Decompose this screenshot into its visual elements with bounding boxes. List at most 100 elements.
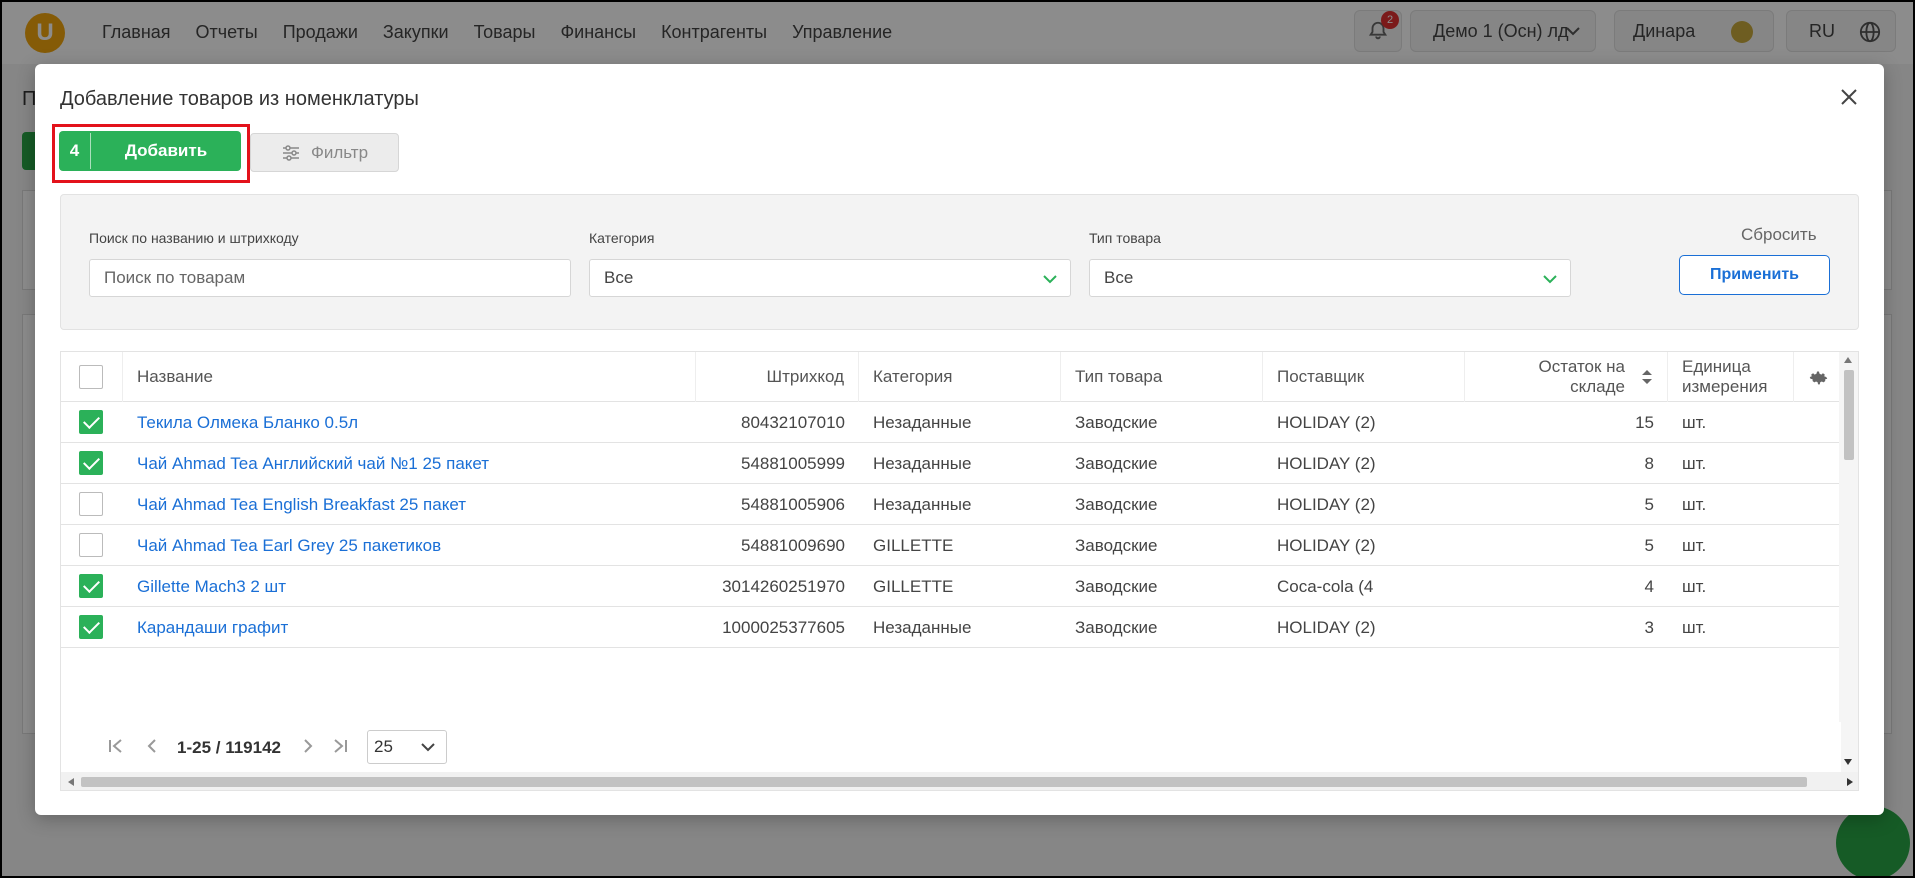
page-size-select[interactable]: 25 <box>367 730 447 764</box>
table-row[interactable]: Чай Ahmad Tea Английский чай №1 25 пакет… <box>61 443 1841 484</box>
product-name-link[interactable]: Чай Ahmad Tea English Breakfast 25 пакет <box>123 484 696 525</box>
add-button-label: Добавить <box>124 141 208 160</box>
table-row[interactable]: Чай Ahmad Tea Earl Grey 25 пакетиков 5488… <box>61 525 1841 566</box>
col-stock-label: Остаток на складе <box>1538 357 1625 396</box>
col-name[interactable]: Название <box>123 352 696 402</box>
col-category[interactable]: Категория <box>859 352 1061 402</box>
category-cell: Незаданные <box>873 617 972 637</box>
type-cell: Заводские <box>1075 412 1158 432</box>
reset-button[interactable]: Сбросить <box>1741 225 1817 245</box>
scroll-left-icon[interactable] <box>67 777 75 787</box>
chevron-down-icon <box>1043 275 1057 284</box>
product-name-link[interactable]: Gillette Mach3 2 шт <box>123 566 696 607</box>
unit-cell: шт. <box>1682 617 1707 637</box>
selected-count: 4 <box>59 133 91 169</box>
add-selected-button[interactable]: 4 Добавить <box>59 131 241 171</box>
scroll-right-icon[interactable] <box>1846 777 1854 787</box>
horizontal-scrollbar[interactable] <box>61 772 1858 790</box>
scroll-down-icon[interactable] <box>1843 758 1853 766</box>
vertical-scroll-thumb[interactable] <box>1844 370 1854 460</box>
type-select[interactable]: Все <box>1089 259 1571 297</box>
add-products-modal: Добавление товаров из номенклатуры 4 Доб… <box>35 64 1884 815</box>
chevron-down-icon <box>421 743 435 752</box>
row-checkbox[interactable] <box>79 533 103 557</box>
category-cell: Незаданные <box>873 453 972 473</box>
filter-panel: Поиск по названию и штрихкоду Поиск по т… <box>60 194 1859 330</box>
product-name-link[interactable]: Чай Ahmad Tea Английский чай №1 25 пакет <box>123 443 696 484</box>
search-input[interactable]: Поиск по товарам <box>89 259 571 297</box>
pagination: 1-25 / 119142 25 <box>61 722 1841 772</box>
type-value: Все <box>1104 268 1134 287</box>
supplier-cell: Coca-cola (4 <box>1277 576 1374 596</box>
unit-cell: шт. <box>1682 576 1707 596</box>
barcode-cell: 80432107010 <box>740 412 845 432</box>
stock-cell: 8 <box>1644 453 1654 473</box>
filter-button-label: Фильтр <box>310 142 369 162</box>
supplier-cell: HOLIDAY (2) <box>1277 535 1376 555</box>
stock-cell: 4 <box>1644 576 1654 596</box>
type-cell: Заводские <box>1075 535 1158 555</box>
row-checkbox[interactable] <box>79 615 103 639</box>
product-name-link[interactable]: Текила Олмека Бланко 0.5л <box>123 402 696 443</box>
table-row[interactable]: Gillette Mach3 2 шт 3014260251970 GILLETTE… <box>61 566 1841 607</box>
unit-cell: шт. <box>1682 494 1707 514</box>
sort-icon[interactable] <box>1641 369 1653 385</box>
table-row[interactable]: Чай Ahmad Tea English Breakfast 25 пакет… <box>61 484 1841 525</box>
sliders-icon <box>282 144 299 161</box>
barcode-cell: 3014260251970 <box>722 576 845 596</box>
type-cell: Заводские <box>1075 576 1158 596</box>
unit-cell: шт. <box>1682 453 1707 473</box>
header-checkbox-cell <box>61 352 123 402</box>
col-unit-label: Единица измерения <box>1682 357 1768 396</box>
row-checkbox[interactable] <box>79 410 103 434</box>
product-name-link[interactable]: Чай Ahmad Tea Earl Grey 25 пакетиков <box>123 525 696 566</box>
horizontal-scroll-thumb[interactable] <box>81 777 1807 787</box>
barcode-cell: 54881005999 <box>740 453 845 473</box>
category-value: Все <box>604 268 634 287</box>
row-checkbox[interactable] <box>79 574 103 598</box>
type-cell: Заводские <box>1075 617 1158 637</box>
page-size-value: 25 <box>374 737 393 756</box>
table-header: Название Штрихкод Категория Тип товара П… <box>61 352 1841 402</box>
col-barcode[interactable]: Штрихкод <box>696 352 859 402</box>
category-cell: Незаданные <box>873 412 972 432</box>
col-unit[interactable]: Единица измерения <box>1668 352 1794 402</box>
type-cell: Заводские <box>1075 494 1158 514</box>
type-label: Тип товара <box>1089 230 1161 246</box>
last-page-icon[interactable] <box>331 737 349 755</box>
row-checkbox[interactable] <box>79 492 103 516</box>
table-settings-button[interactable] <box>1794 352 1841 402</box>
select-all-checkbox[interactable] <box>79 365 103 389</box>
row-checkbox[interactable] <box>79 451 103 475</box>
stock-cell: 5 <box>1644 494 1654 514</box>
col-type[interactable]: Тип товара <box>1061 352 1263 402</box>
col-supplier[interactable]: Поставщик <box>1263 352 1465 402</box>
supplier-cell: HOLIDAY (2) <box>1277 494 1376 514</box>
close-button[interactable] <box>1836 84 1862 110</box>
barcode-cell: 1000025377605 <box>722 617 845 637</box>
barcode-cell: 54881009690 <box>740 535 845 555</box>
supplier-cell: HOLIDAY (2) <box>1277 453 1376 473</box>
product-name-link[interactable]: Карандаши графит <box>123 607 696 648</box>
stock-cell: 5 <box>1644 535 1654 555</box>
category-cell: GILLETTE <box>873 576 954 596</box>
col-stock[interactable]: Остаток на складе <box>1465 352 1668 402</box>
prev-page-icon[interactable] <box>143 737 161 755</box>
table-row[interactable]: Текила Олмека Бланко 0.5л 80432107010 Неза… <box>61 402 1841 443</box>
chevron-down-icon <box>1543 275 1557 284</box>
next-page-icon[interactable] <box>299 737 317 755</box>
close-icon <box>1841 89 1857 105</box>
category-cell: Незаданные <box>873 494 972 514</box>
table-row[interactable]: Карандаши графит 1000025377605 Незаданные З… <box>61 607 1841 648</box>
gear-icon <box>1809 371 1827 385</box>
stock-cell: 15 <box>1635 412 1654 432</box>
supplier-cell: HOLIDAY (2) <box>1277 412 1376 432</box>
products-table: Название Штрихкод Категория Тип товара П… <box>60 351 1859 791</box>
filter-button[interactable]: Фильтр <box>250 133 399 172</box>
first-page-icon[interactable] <box>107 737 125 755</box>
apply-button[interactable]: Применить <box>1679 255 1830 295</box>
vertical-scrollbar[interactable] <box>1839 352 1858 772</box>
scroll-up-icon[interactable] <box>1843 356 1853 364</box>
category-select[interactable]: Все <box>589 259 1071 297</box>
unit-cell: шт. <box>1682 412 1707 432</box>
